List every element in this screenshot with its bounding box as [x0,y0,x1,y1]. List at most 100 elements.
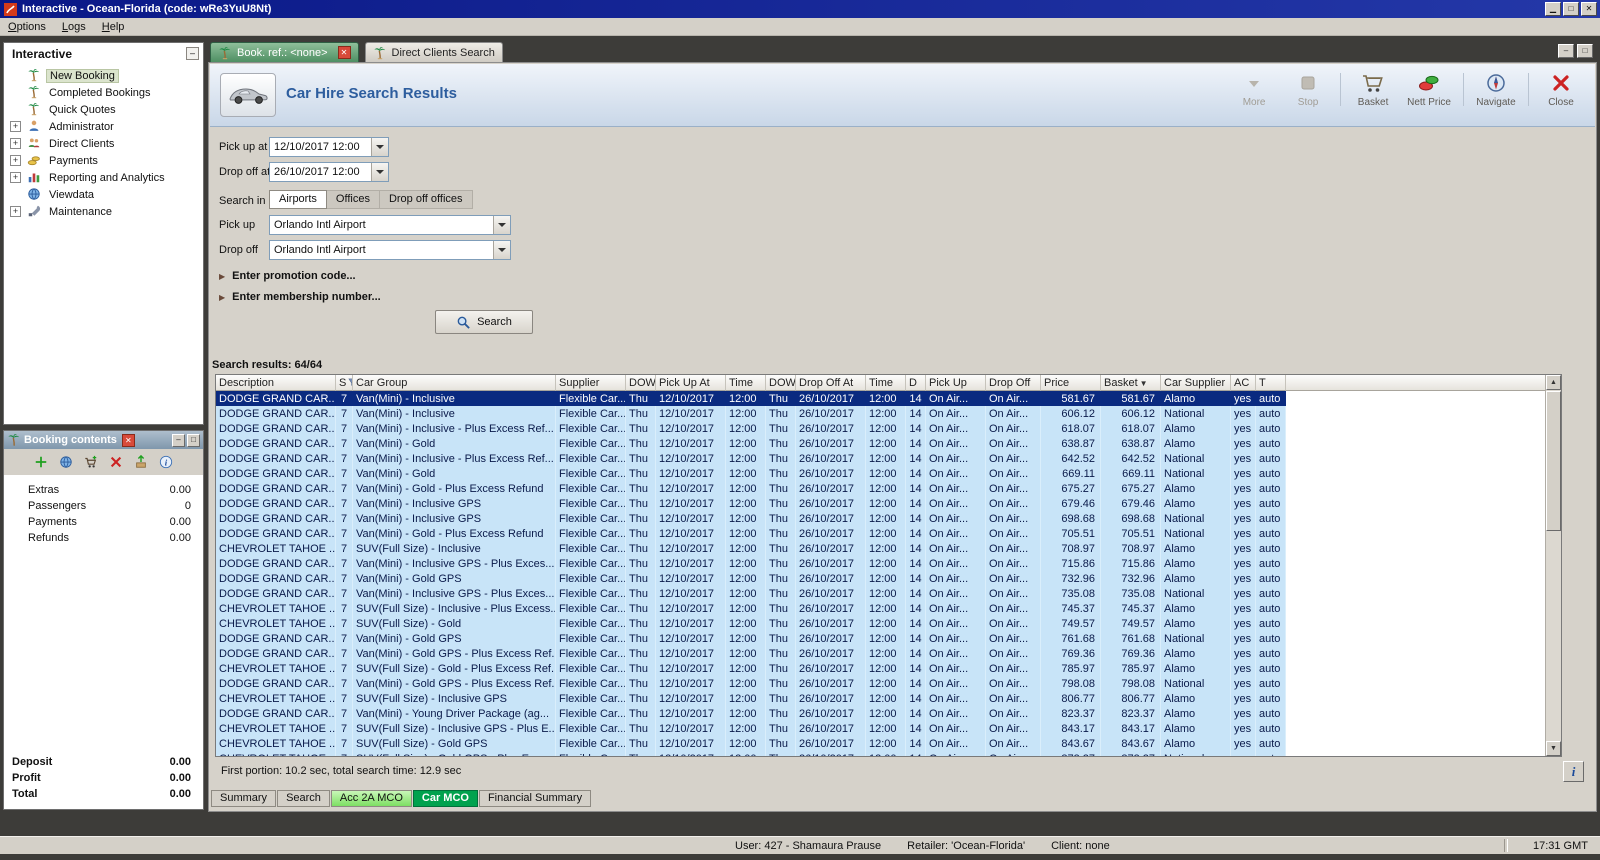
expand-plus-icon[interactable]: + [10,155,21,166]
add-icon[interactable] [31,452,51,472]
table-row[interactable]: CHEVROLET TAHOE ...7SUV(Full Size) - Gol… [216,616,1545,631]
column-header-pick-up[interactable]: Pick Up [926,375,986,391]
column-header-drop-off[interactable]: Drop Off [986,375,1041,391]
table-row[interactable]: DODGE GRAND CAR...7Van(Mini) - Inclusive… [216,421,1545,436]
table-row[interactable]: DODGE GRAND CAR...7Van(Mini) - Gold - Pl… [216,481,1545,496]
column-header-s[interactable]: S [336,375,353,391]
table-row[interactable]: DODGE GRAND CAR...7Van(Mini) - Inclusive… [216,511,1545,526]
expand-plus-icon[interactable]: + [10,206,21,217]
basket-button[interactable]: Basket [1349,69,1397,110]
bottom-tab-financial-summary[interactable]: Financial Summary [479,790,591,807]
menu-item-options[interactable]: Options [0,19,54,35]
tab-close-icon[interactable]: ✕ [338,46,351,59]
info-icon[interactable]: i [156,452,176,472]
vertical-scrollbar[interactable]: ▲ ▼ [1545,375,1561,756]
menu-item-logs[interactable]: Logs [54,19,94,35]
table-row[interactable]: DODGE GRAND CAR...7Van(Mini) - Inclusive… [216,451,1545,466]
doc-tab-direct-clients-search[interactable]: Direct Clients Search [365,42,503,62]
table-row[interactable]: DODGE GRAND CAR...7Van(Mini) - Gold GPSF… [216,571,1545,586]
column-header-dow[interactable]: DOW [626,375,656,391]
column-header-car-group[interactable]: Car Group [353,375,556,391]
column-header-basket[interactable]: Basket▼ [1101,375,1161,391]
column-header-time[interactable]: Time [866,375,906,391]
table-row[interactable]: DODGE GRAND CAR...7Van(Mini) - GoldFlexi… [216,466,1545,481]
dropdown-button[interactable] [493,216,510,234]
table-row[interactable]: CHEVROLET TAHOE ...7SUV(Full Size) - Gol… [216,751,1545,757]
scroll-up-button[interactable]: ▲ [1546,375,1561,390]
table-row[interactable]: DODGE GRAND CAR...7Van(Mini) - Inclusive… [216,556,1545,571]
dropoff-combo[interactable]: Orlando Intl Airport [269,240,511,260]
document-restore-button[interactable]: □ [1577,44,1593,58]
search-button[interactable]: Search [435,310,533,334]
sidebar-item-maintenance[interactable]: +Maintenance [4,203,203,220]
membership-number-expander[interactable]: ▶ Enter membership number... [219,291,381,303]
dropdown-button[interactable] [371,163,388,181]
sidebar-item-viewdata[interactable]: +Viewdata [4,186,203,203]
pickup-at-combo[interactable]: 12/10/2017 12:00 [269,137,389,157]
minimize-button[interactable]: ▁ [1545,2,1561,16]
column-header-t[interactable]: T [1256,375,1286,391]
sidebar-item-quick-quotes[interactable]: +Quick Quotes [4,101,203,118]
sidebar-item-payments[interactable]: +Payments [4,152,203,169]
column-header-drop-off-at[interactable]: Drop Off At [796,375,866,391]
sidebar-item-direct-clients[interactable]: +Direct Clients [4,135,203,152]
booking-restore-button[interactable]: □ [187,434,200,447]
scroll-thumb[interactable] [1546,391,1561,531]
table-row[interactable]: DODGE GRAND CAR...7Van(Mini) - Inclusive… [216,406,1545,421]
sidebar-item-administrator[interactable]: +Administrator [4,118,203,135]
table-row[interactable]: DODGE GRAND CAR...7Van(Mini) - Inclusive… [216,586,1545,601]
dropdown-button[interactable] [371,138,388,156]
column-header-description[interactable]: Description [216,375,336,391]
basket-add-icon[interactable] [81,452,101,472]
navigate-button[interactable]: Navigate [1472,69,1520,110]
booking-item-payments[interactable]: Payments0.00 [4,515,203,531]
bottom-tab-search[interactable]: Search [277,790,330,807]
delete-icon[interactable] [106,452,126,472]
booking-item-refunds[interactable]: Refunds0.00 [4,531,203,547]
close-window-button[interactable]: ✕ [1581,2,1597,16]
column-header-supplier[interactable]: Supplier [556,375,626,391]
table-row[interactable]: CHEVROLET TAHOE ...7SUV(Full Size) - Inc… [216,541,1545,556]
table-row[interactable]: DODGE GRAND CAR...7Van(Mini) - GoldFlexi… [216,436,1545,451]
bottom-tab-acc-2a-mco[interactable]: Acc 2A MCO [331,790,412,807]
document-minimize-button[interactable]: – [1558,44,1574,58]
close-button[interactable]: Close [1537,69,1585,110]
pickup-combo[interactable]: Orlando Intl Airport [269,215,511,235]
bottom-tab-summary[interactable]: Summary [211,790,276,807]
table-row[interactable]: DODGE GRAND CAR...7Van(Mini) - Inclusive… [216,391,1545,406]
nett-price-button[interactable]: Nett Price [1403,69,1455,110]
booking-minimize-button[interactable]: – [172,434,185,447]
column-header-car-supplier[interactable]: Car Supplier [1161,375,1231,391]
booking-close-icon[interactable]: ✕ [122,434,135,447]
search-in-tab-drop-off-offices[interactable]: Drop off offices [379,190,473,209]
table-row[interactable]: CHEVROLET TAHOE ...7SUV(Full Size) - Inc… [216,601,1545,616]
search-in-tab-airports[interactable]: Airports [269,190,327,209]
table-row[interactable]: DODGE GRAND CAR...7Van(Mini) - Gold GPSF… [216,631,1545,646]
table-row[interactable]: CHEVROLET TAHOE ...7SUV(Full Size) - Inc… [216,691,1545,706]
booking-item-extras[interactable]: Extras0.00 [4,483,203,499]
sidebar-item-completed-bookings[interactable]: +Completed Bookings [4,84,203,101]
bottom-tab-car-mco[interactable]: Car MCO [413,790,478,807]
dropdown-button[interactable] [493,241,510,259]
globe-icon[interactable] [56,452,76,472]
scroll-down-button[interactable]: ▼ [1546,741,1561,756]
column-header-price[interactable]: Price [1041,375,1101,391]
sidebar-item-reporting-and-analytics[interactable]: +Reporting and Analytics [4,169,203,186]
table-row[interactable]: DODGE GRAND CAR...7Van(Mini) - Gold GPS … [216,676,1545,691]
menu-item-help[interactable]: Help [94,19,133,35]
column-header-d[interactable]: D [906,375,926,391]
column-header-dow[interactable]: DOW [766,375,796,391]
export-icon[interactable] [131,452,151,472]
table-row[interactable]: CHEVROLET TAHOE ...7SUV(Full Size) - Inc… [216,721,1545,736]
expand-plus-icon[interactable]: + [10,172,21,183]
expand-plus-icon[interactable]: + [10,121,21,132]
table-row[interactable]: DODGE GRAND CAR...7Van(Mini) - Gold - Pl… [216,526,1545,541]
column-header-ac[interactable]: AC [1231,375,1256,391]
sidebar-collapse-button[interactable]: – [186,47,199,60]
maximize-button[interactable]: □ [1563,2,1579,16]
booking-item-passengers[interactable]: Passengers0 [4,499,203,515]
promotion-code-expander[interactable]: ▶ Enter promotion code... [219,270,356,282]
table-row[interactable]: DODGE GRAND CAR...7Van(Mini) - Inclusive… [216,496,1545,511]
column-header-time[interactable]: Time [726,375,766,391]
dropoff-at-combo[interactable]: 26/10/2017 12:00 [269,162,389,182]
